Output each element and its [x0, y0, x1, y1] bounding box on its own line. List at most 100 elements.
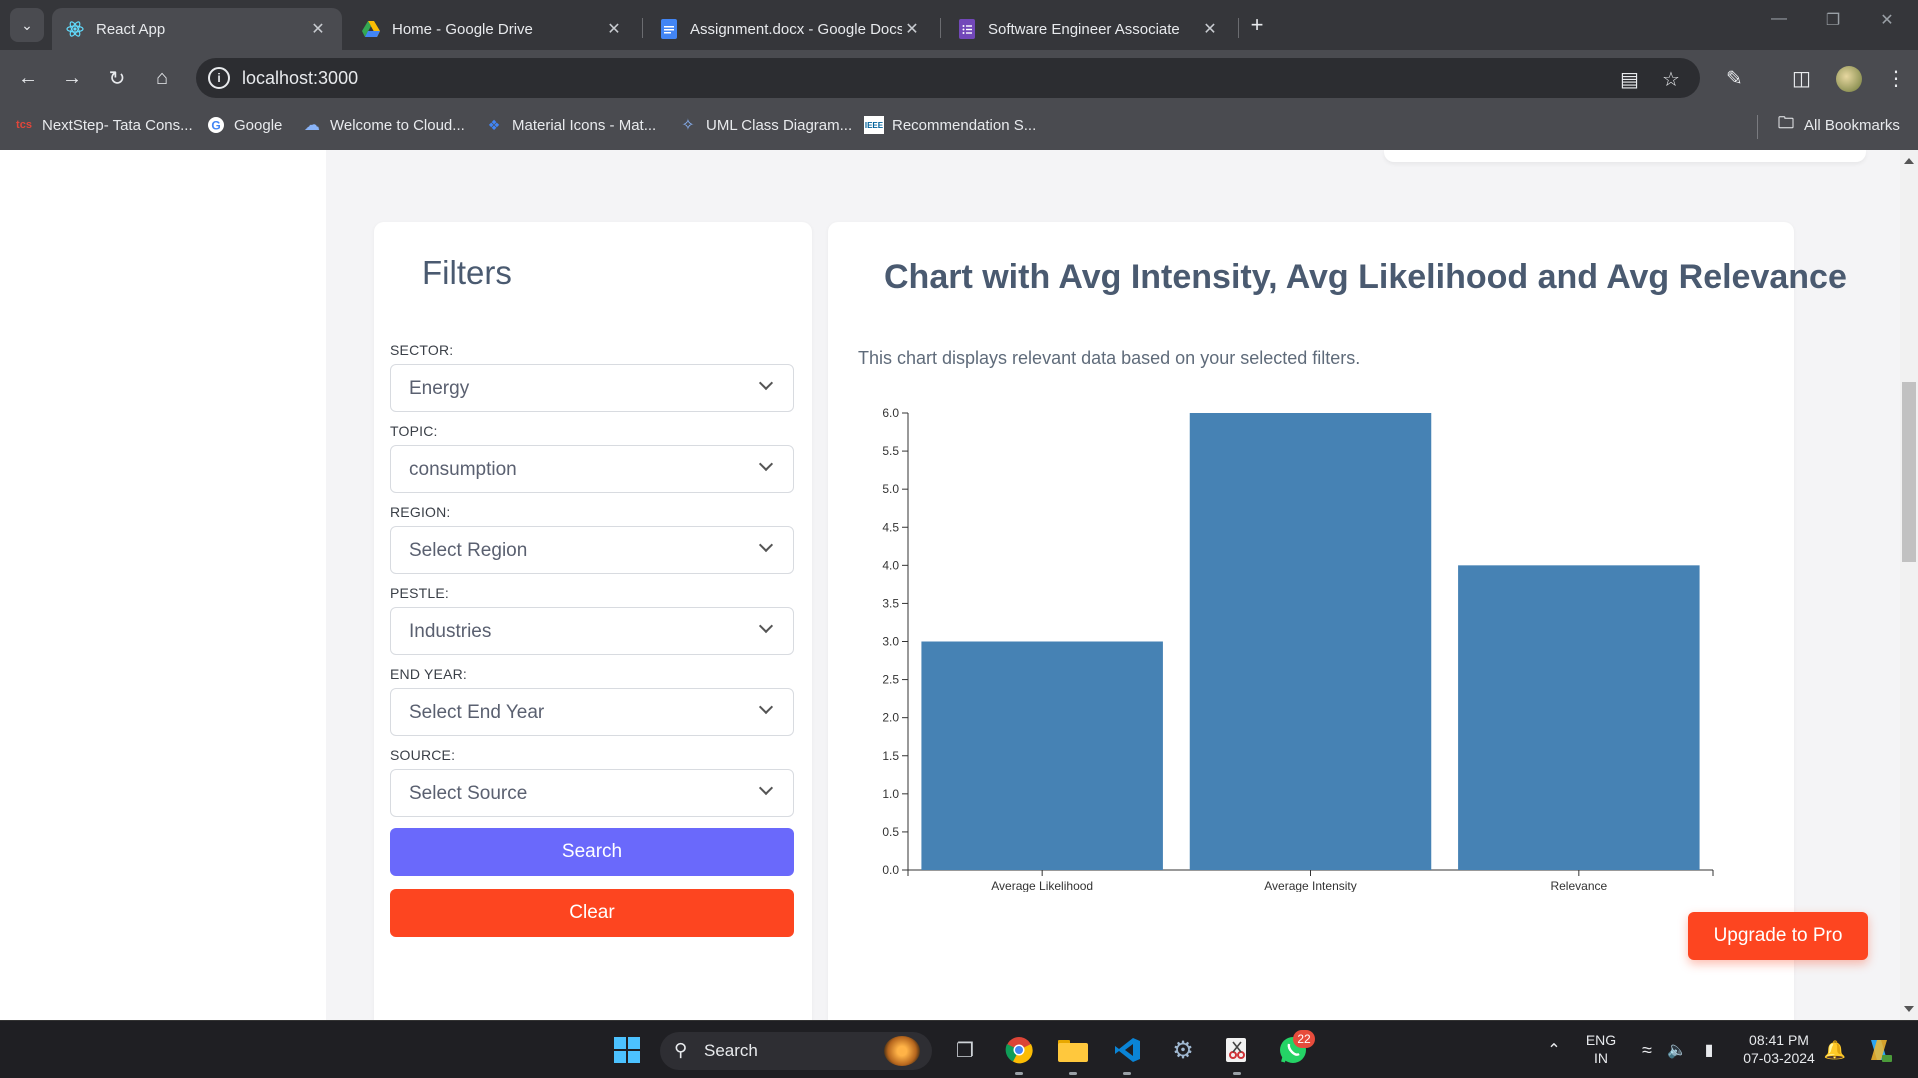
source-label: SOURCE: — [390, 747, 456, 763]
tab-title: Home - Google Drive — [392, 20, 533, 38]
notification-bell-icon[interactable]: 🔔 — [1818, 1033, 1852, 1067]
clear-button[interactable]: Clear — [390, 889, 794, 937]
end-year-value: Select End Year — [409, 702, 545, 723]
y-tick-label: 4.0 — [882, 558, 899, 572]
bookmarks-bar: tcs NextStep- Tata Cons... G Google ☁ We… — [0, 106, 1918, 150]
extensions-icon[interactable]: ✎ — [1726, 66, 1743, 91]
settings-gear-icon[interactable]: ⚙ — [1166, 1033, 1200, 1067]
close-icon[interactable]: ✕ — [1200, 19, 1220, 39]
chevron-down-icon — [758, 780, 774, 796]
copilot-icon[interactable] — [1862, 1033, 1896, 1067]
region-code: IN — [1594, 1050, 1608, 1066]
end-year-select[interactable]: Select End Year — [390, 688, 794, 736]
url-text[interactable]: localhost:3000 — [242, 68, 358, 89]
clock-time: 08:41 PM — [1749, 1032, 1809, 1048]
bookmark-item[interactable]: ❖ Material Icons - Mat... — [484, 116, 657, 134]
running-indicator — [1069, 1072, 1077, 1075]
snipping-tool-icon[interactable] — [1220, 1033, 1254, 1067]
clock-date: 07-03-2024 — [1743, 1050, 1815, 1066]
chart-title: Chart with Avg Intensity, Avg Likelihood… — [884, 258, 1847, 296]
menu-dots-icon[interactable]: ⋮ — [1886, 66, 1906, 91]
bookmarks-divider — [1757, 115, 1758, 139]
upgrade-to-pro-button[interactable]: Upgrade to Pro — [1688, 912, 1868, 960]
topic-select[interactable]: consumption — [390, 445, 794, 493]
chevron-up-icon[interactable]: ⌃ — [1537, 1033, 1571, 1067]
tab-title: Assignment.docx - Google Docs — [690, 20, 902, 38]
y-tick-label: 3.5 — [882, 596, 899, 610]
site-info-icon[interactable]: i — [208, 67, 230, 89]
whatsapp-badge: 22 — [1293, 1030, 1315, 1048]
close-icon[interactable]: ✕ — [308, 19, 328, 39]
bookmark-label: Welcome to Cloud... — [330, 116, 465, 134]
close-icon[interactable]: ✕ — [604, 19, 624, 39]
google-drive-icon — [362, 20, 380, 38]
pestle-select[interactable]: Industries — [390, 607, 794, 655]
avatar[interactable] — [1836, 66, 1862, 92]
region-select[interactable]: Select Region — [390, 526, 794, 574]
tab-search-button[interactable]: ⌄ — [10, 8, 44, 42]
chevron-down-icon — [758, 699, 774, 715]
tab-google-docs[interactable]: Assignment.docx - Google Docs ✕ — [646, 8, 936, 50]
scroll-up-arrow-icon[interactable] — [1904, 158, 1914, 164]
end-year-label: END YEAR: — [390, 666, 468, 682]
reload-icon[interactable]: ↻ — [103, 64, 131, 92]
google-docs-icon — [660, 19, 678, 39]
home-icon[interactable]: ⌂ — [148, 64, 176, 92]
taskbar-search[interactable]: ⚲ Search — [660, 1032, 932, 1070]
chevron-down-icon — [758, 456, 774, 472]
source-select[interactable]: Select Source — [390, 769, 794, 817]
address-bar[interactable]: i localhost:3000 ▤ ☆ — [196, 58, 1700, 98]
bookmark-label: Recommendation S... — [892, 116, 1037, 134]
topic-value: consumption — [409, 459, 517, 480]
x-tick-label: Average Likelihood — [991, 879, 1093, 892]
new-tab-button[interactable]: + — [1244, 12, 1270, 38]
bookmark-label: Google — [234, 116, 283, 134]
browser-tab-strip: ⌄ React App ✕ Home - Google Drive ✕ Assi… — [0, 0, 1918, 50]
tab-google-drive[interactable]: Home - Google Drive ✕ — [348, 8, 638, 50]
bookmark-item[interactable]: ☁ Welcome to Cloud... — [302, 116, 465, 135]
uml-icon: ✧ — [681, 117, 695, 134]
back-arrow-icon[interactable]: ← — [14, 64, 42, 92]
bookmark-item[interactable]: ✧ UML Class Diagram... — [678, 116, 852, 135]
speaker-muted-icon[interactable]: 🔈 — [1660, 1033, 1694, 1067]
tab-google-forms[interactable]: Software Engineer Associate ✕ — [944, 8, 1234, 50]
restore-icon[interactable]: ❐ — [1818, 10, 1848, 30]
y-tick-label: 2.5 — [882, 673, 899, 687]
folder-icon: 🗀 — [1777, 114, 1794, 132]
side-panel-icon[interactable]: ◫ — [1792, 66, 1811, 91]
windows-start-icon[interactable] — [610, 1033, 644, 1067]
all-bookmarks-button[interactable]: 🗀 All Bookmarks — [1776, 114, 1900, 134]
bar-average-intensity — [1189, 413, 1432, 870]
chrome-icon[interactable] — [1002, 1033, 1036, 1067]
header-card — [1384, 150, 1866, 162]
region-value: Select Region — [409, 540, 528, 561]
page-scrollbar[interactable] — [1900, 150, 1918, 1020]
bookmark-item[interactable]: G Google — [206, 116, 282, 134]
clock[interactable]: 08:41 PM 07-03-2024 — [1736, 1031, 1822, 1067]
scroll-thumb[interactable] — [1902, 382, 1916, 562]
bookmark-item[interactable]: tcs NextStep- Tata Cons... — [14, 116, 193, 134]
tab-react-app[interactable]: React App ✕ — [52, 8, 342, 50]
y-tick-label: 0.5 — [882, 825, 899, 839]
forward-arrow-icon[interactable]: → — [58, 64, 86, 92]
install-app-icon[interactable]: ▤ — [1620, 67, 1639, 92]
scroll-down-arrow-icon[interactable] — [1904, 1006, 1914, 1012]
bookmark-label: Material Icons - Mat... — [512, 116, 657, 134]
wifi-icon[interactable]: ≈ — [1630, 1033, 1664, 1067]
running-indicator — [1123, 1072, 1131, 1075]
close-icon[interactable]: ✕ — [902, 19, 922, 39]
sector-select[interactable]: Energy — [390, 364, 794, 412]
bookmark-item[interactable]: IEEE Recommendation S... — [864, 116, 1036, 134]
window-close-icon[interactable]: ✕ — [1872, 10, 1902, 30]
language-indicator[interactable]: ENG IN — [1584, 1031, 1618, 1067]
bookmark-star-icon[interactable]: ☆ — [1662, 67, 1680, 92]
battery-icon[interactable]: ▮ — [1692, 1033, 1726, 1067]
filters-title: Filters — [422, 254, 512, 291]
y-tick-label: 5.0 — [882, 482, 899, 496]
search-button[interactable]: Search — [390, 828, 794, 876]
task-view-icon[interactable]: ❐ — [948, 1033, 982, 1067]
y-tick-label: 6.0 — [882, 406, 899, 420]
vscode-icon[interactable] — [1110, 1033, 1144, 1067]
file-explorer-icon[interactable] — [1056, 1033, 1090, 1067]
minimize-icon[interactable]: — — [1764, 10, 1794, 28]
